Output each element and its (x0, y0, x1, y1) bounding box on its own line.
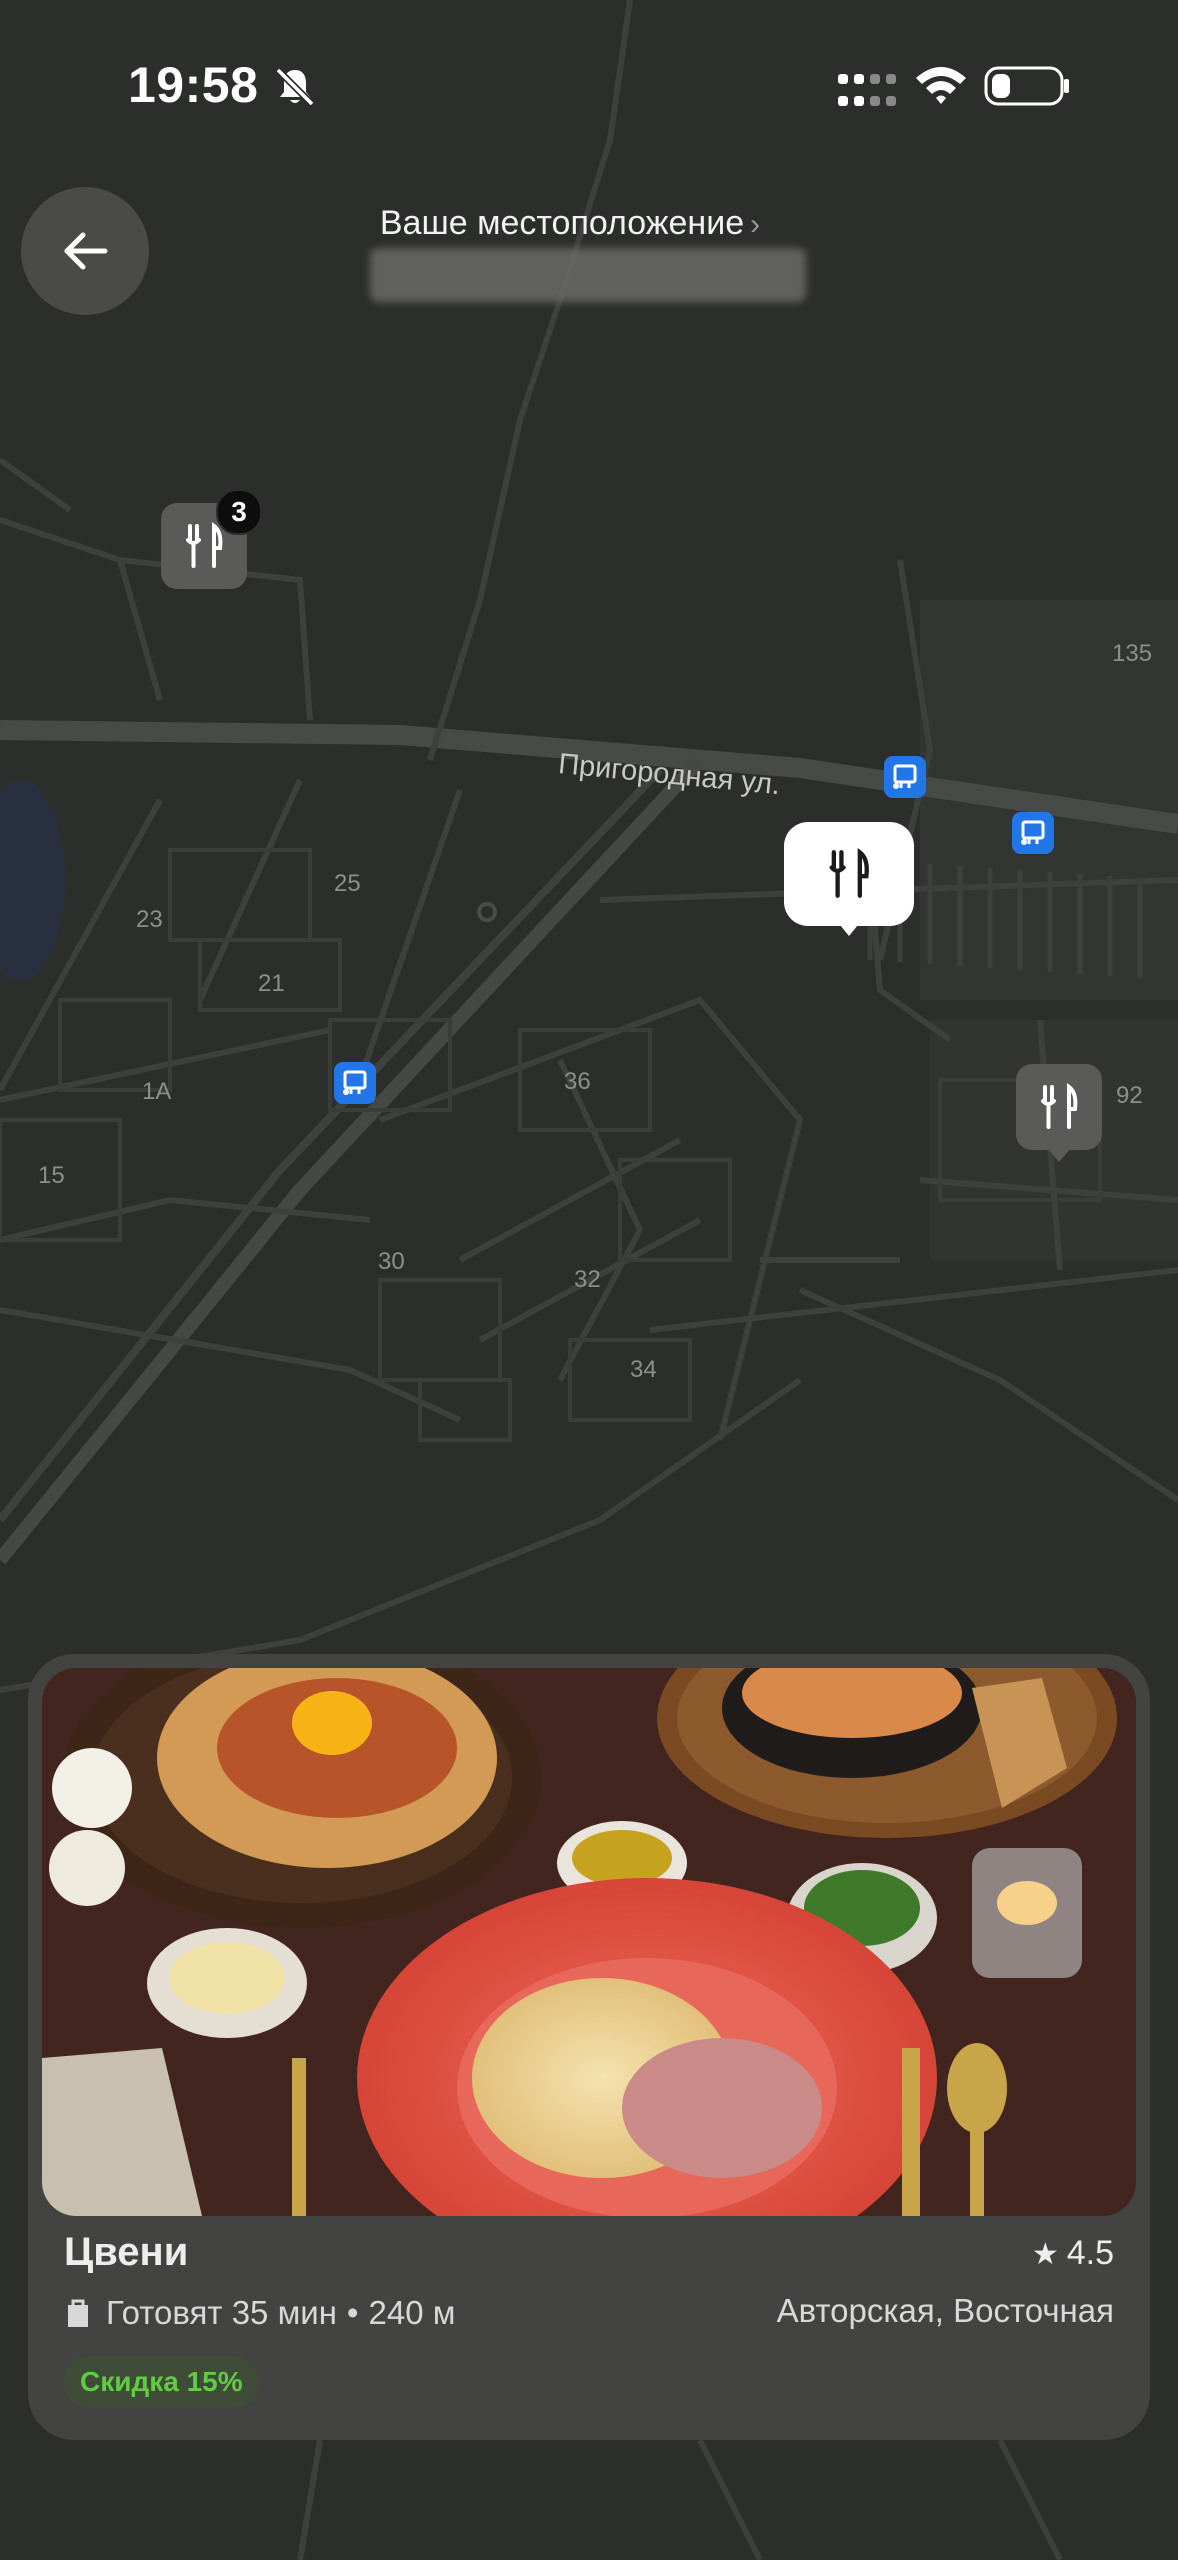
restaurant-name: Цвени (64, 2230, 189, 2274)
back-button[interactable] (21, 187, 149, 315)
delivery-info: Готовят 35 мин • 240 м (64, 2294, 455, 2332)
fork-knife-icon (829, 848, 869, 898)
selected-restaurant-pin[interactable] (784, 822, 914, 936)
house-number: 23 (136, 906, 163, 933)
discount-badge: Скидка 15% (64, 2356, 259, 2408)
status-time: 19:58 (128, 57, 259, 113)
distance: 240 м (368, 2294, 456, 2331)
bell-muted-icon (275, 67, 315, 107)
house-number: 135 (1112, 640, 1153, 667)
star-icon: ★ (1031, 2238, 1059, 2271)
restaurant-pin[interactable] (1016, 1064, 1102, 1162)
fork-knife-icon (186, 522, 223, 568)
restaurant-card[interactable]: Цвени ★ 4.5 Готовят 35 мин • 240 м Авторс… (28, 1654, 1150, 2440)
rating: ★ 4.5 (1032, 2234, 1114, 2273)
status-bar: 19:58 (0, 0, 1178, 170)
house-number: 21 (258, 970, 285, 997)
house-number: 30 (378, 1248, 405, 1275)
cuisine: Авторская, Восточная (776, 2292, 1114, 2329)
cook-time: Готовят 35 мин (106, 2294, 337, 2331)
bus-stop-icon[interactable] (334, 1062, 376, 1104)
house-number: 1А (142, 1078, 172, 1105)
location-selector[interactable]: Ваше местоположение › (360, 204, 780, 243)
house-number: 92 (1116, 1082, 1143, 1109)
house-number: 15 (38, 1162, 65, 1189)
separator-dot: • (346, 2294, 359, 2331)
house-number: 36 (564, 1068, 591, 1095)
bus-stop-icon[interactable] (1012, 812, 1054, 854)
location-title: Ваше местоположение (379, 204, 745, 242)
signal-icon (838, 74, 896, 106)
bag-icon (68, 2299, 88, 2327)
wifi-icon (916, 67, 966, 104)
cluster-count-badge: 3 (216, 489, 262, 535)
bus-stop-icon[interactable] (884, 756, 926, 798)
fork-knife-icon (1041, 1083, 1078, 1129)
house-number: 32 (574, 1266, 601, 1293)
arrow-left-icon (64, 232, 108, 270)
food-photo (42, 1668, 1136, 2216)
house-number: 25 (334, 870, 361, 897)
location-address-blurred (370, 248, 806, 302)
battery-icon (984, 66, 1069, 106)
house-number: 34 (630, 1356, 657, 1383)
chevron-right-icon: › (750, 208, 761, 241)
rating-value: 4.5 (1066, 2234, 1114, 2272)
